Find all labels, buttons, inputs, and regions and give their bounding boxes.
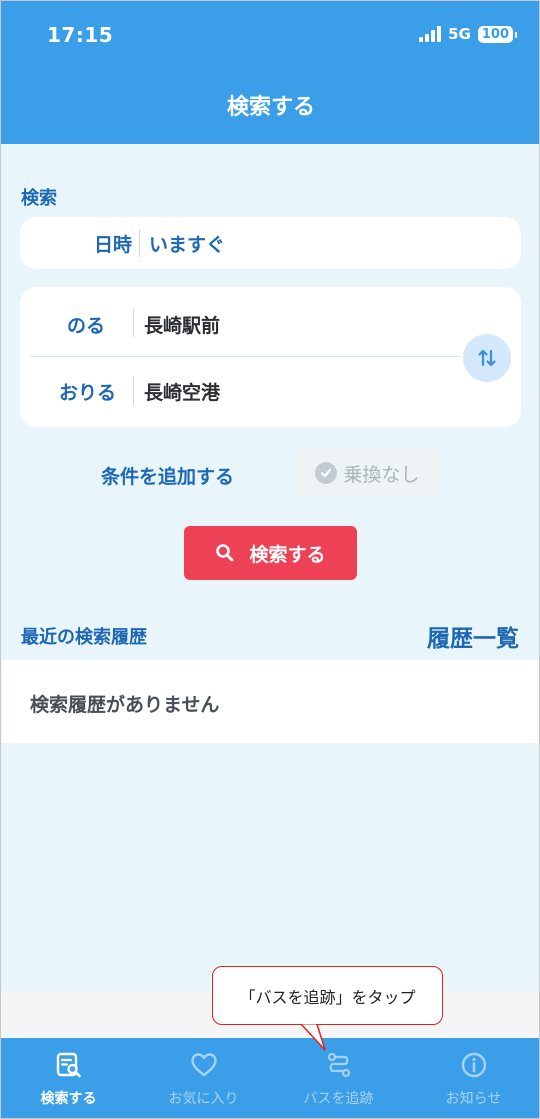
add-condition-link[interactable]: 条件を追加する <box>101 462 234 489</box>
tab-label: 検索する <box>40 1091 97 1107</box>
history-list: 検索履歴がありません <box>2 660 539 743</box>
alighting-label: おりる <box>58 382 116 404</box>
check-circle-icon <box>315 462 338 484</box>
alighting-stop-row[interactable]: おりる 長崎空港 <box>20 357 460 427</box>
boarding-stop-row[interactable]: のる 長崎駅前 <box>20 287 460 357</box>
divider <box>133 377 134 405</box>
swap-vertical-icon <box>478 349 496 367</box>
divider <box>133 309 134 337</box>
app-screen: 17:15 5G 100 検索する 検索 日時 いますぐ のる 長崎駅前 おりる… <box>0 0 540 1119</box>
search-section-label: 検索 <box>21 188 57 209</box>
date-value: いますぐ <box>149 234 226 256</box>
tab-favorites[interactable]: お気に入り <box>136 1038 271 1118</box>
search-button[interactable]: 検索する <box>184 526 357 580</box>
empty-history-message: 検索履歴がありません <box>30 694 220 716</box>
signal-icon <box>419 26 442 42</box>
search-button-label: 検索する <box>249 543 326 566</box>
search-icon <box>216 544 234 562</box>
stop-selection-card: のる 長崎駅前 おりる 長崎空港 <box>20 287 521 427</box>
no-transfer-label: 乗換なし <box>343 463 420 486</box>
recent-history-title: 最近の検索履歴 <box>21 627 147 648</box>
network-type: 5G <box>448 25 471 43</box>
no-transfer-toggle[interactable]: 乗換なし <box>294 449 441 497</box>
tab-label: バスを追跡 <box>303 1091 374 1107</box>
boarding-stop-value: 長崎駅前 <box>144 315 221 337</box>
app-header: 17:15 5G 100 検索する <box>1 1 539 144</box>
tab-track-bus[interactable]: バスを追跡 <box>271 1038 406 1118</box>
route-icon <box>324 1050 354 1080</box>
date-label: 日時 <box>93 234 132 256</box>
boarding-label: のる <box>66 315 105 337</box>
history-list-link[interactable]: 履歴一覧 <box>427 619 519 653</box>
info-icon <box>459 1050 489 1080</box>
tab-label: お知らせ <box>445 1091 502 1107</box>
search-list-icon <box>54 1050 84 1080</box>
alighting-stop-value: 長崎空港 <box>144 382 221 404</box>
swap-stops-button[interactable] <box>463 334 511 382</box>
tab-label: お気に入り <box>168 1091 239 1107</box>
status-indicators: 5G 100 <box>419 25 518 43</box>
date-time-row[interactable]: 日時 いますぐ <box>20 217 521 269</box>
page-title: 検索する <box>226 95 315 120</box>
status-time: 17:15 <box>47 23 114 47</box>
tab-search[interactable]: 検索する <box>1 1038 136 1118</box>
tab-notices[interactable]: お知らせ <box>406 1038 539 1118</box>
battery-icon: 100 <box>477 25 518 43</box>
heart-icon <box>189 1050 219 1080</box>
callout-text: 「バスを追跡」をタップ <box>239 987 416 1007</box>
instruction-callout: 「バスを追跡」をタップ <box>212 966 443 1025</box>
bottom-tab-bar: 検索する お気に入り バスを追跡 お知らせ <box>1 1038 539 1118</box>
divider <box>139 229 140 257</box>
